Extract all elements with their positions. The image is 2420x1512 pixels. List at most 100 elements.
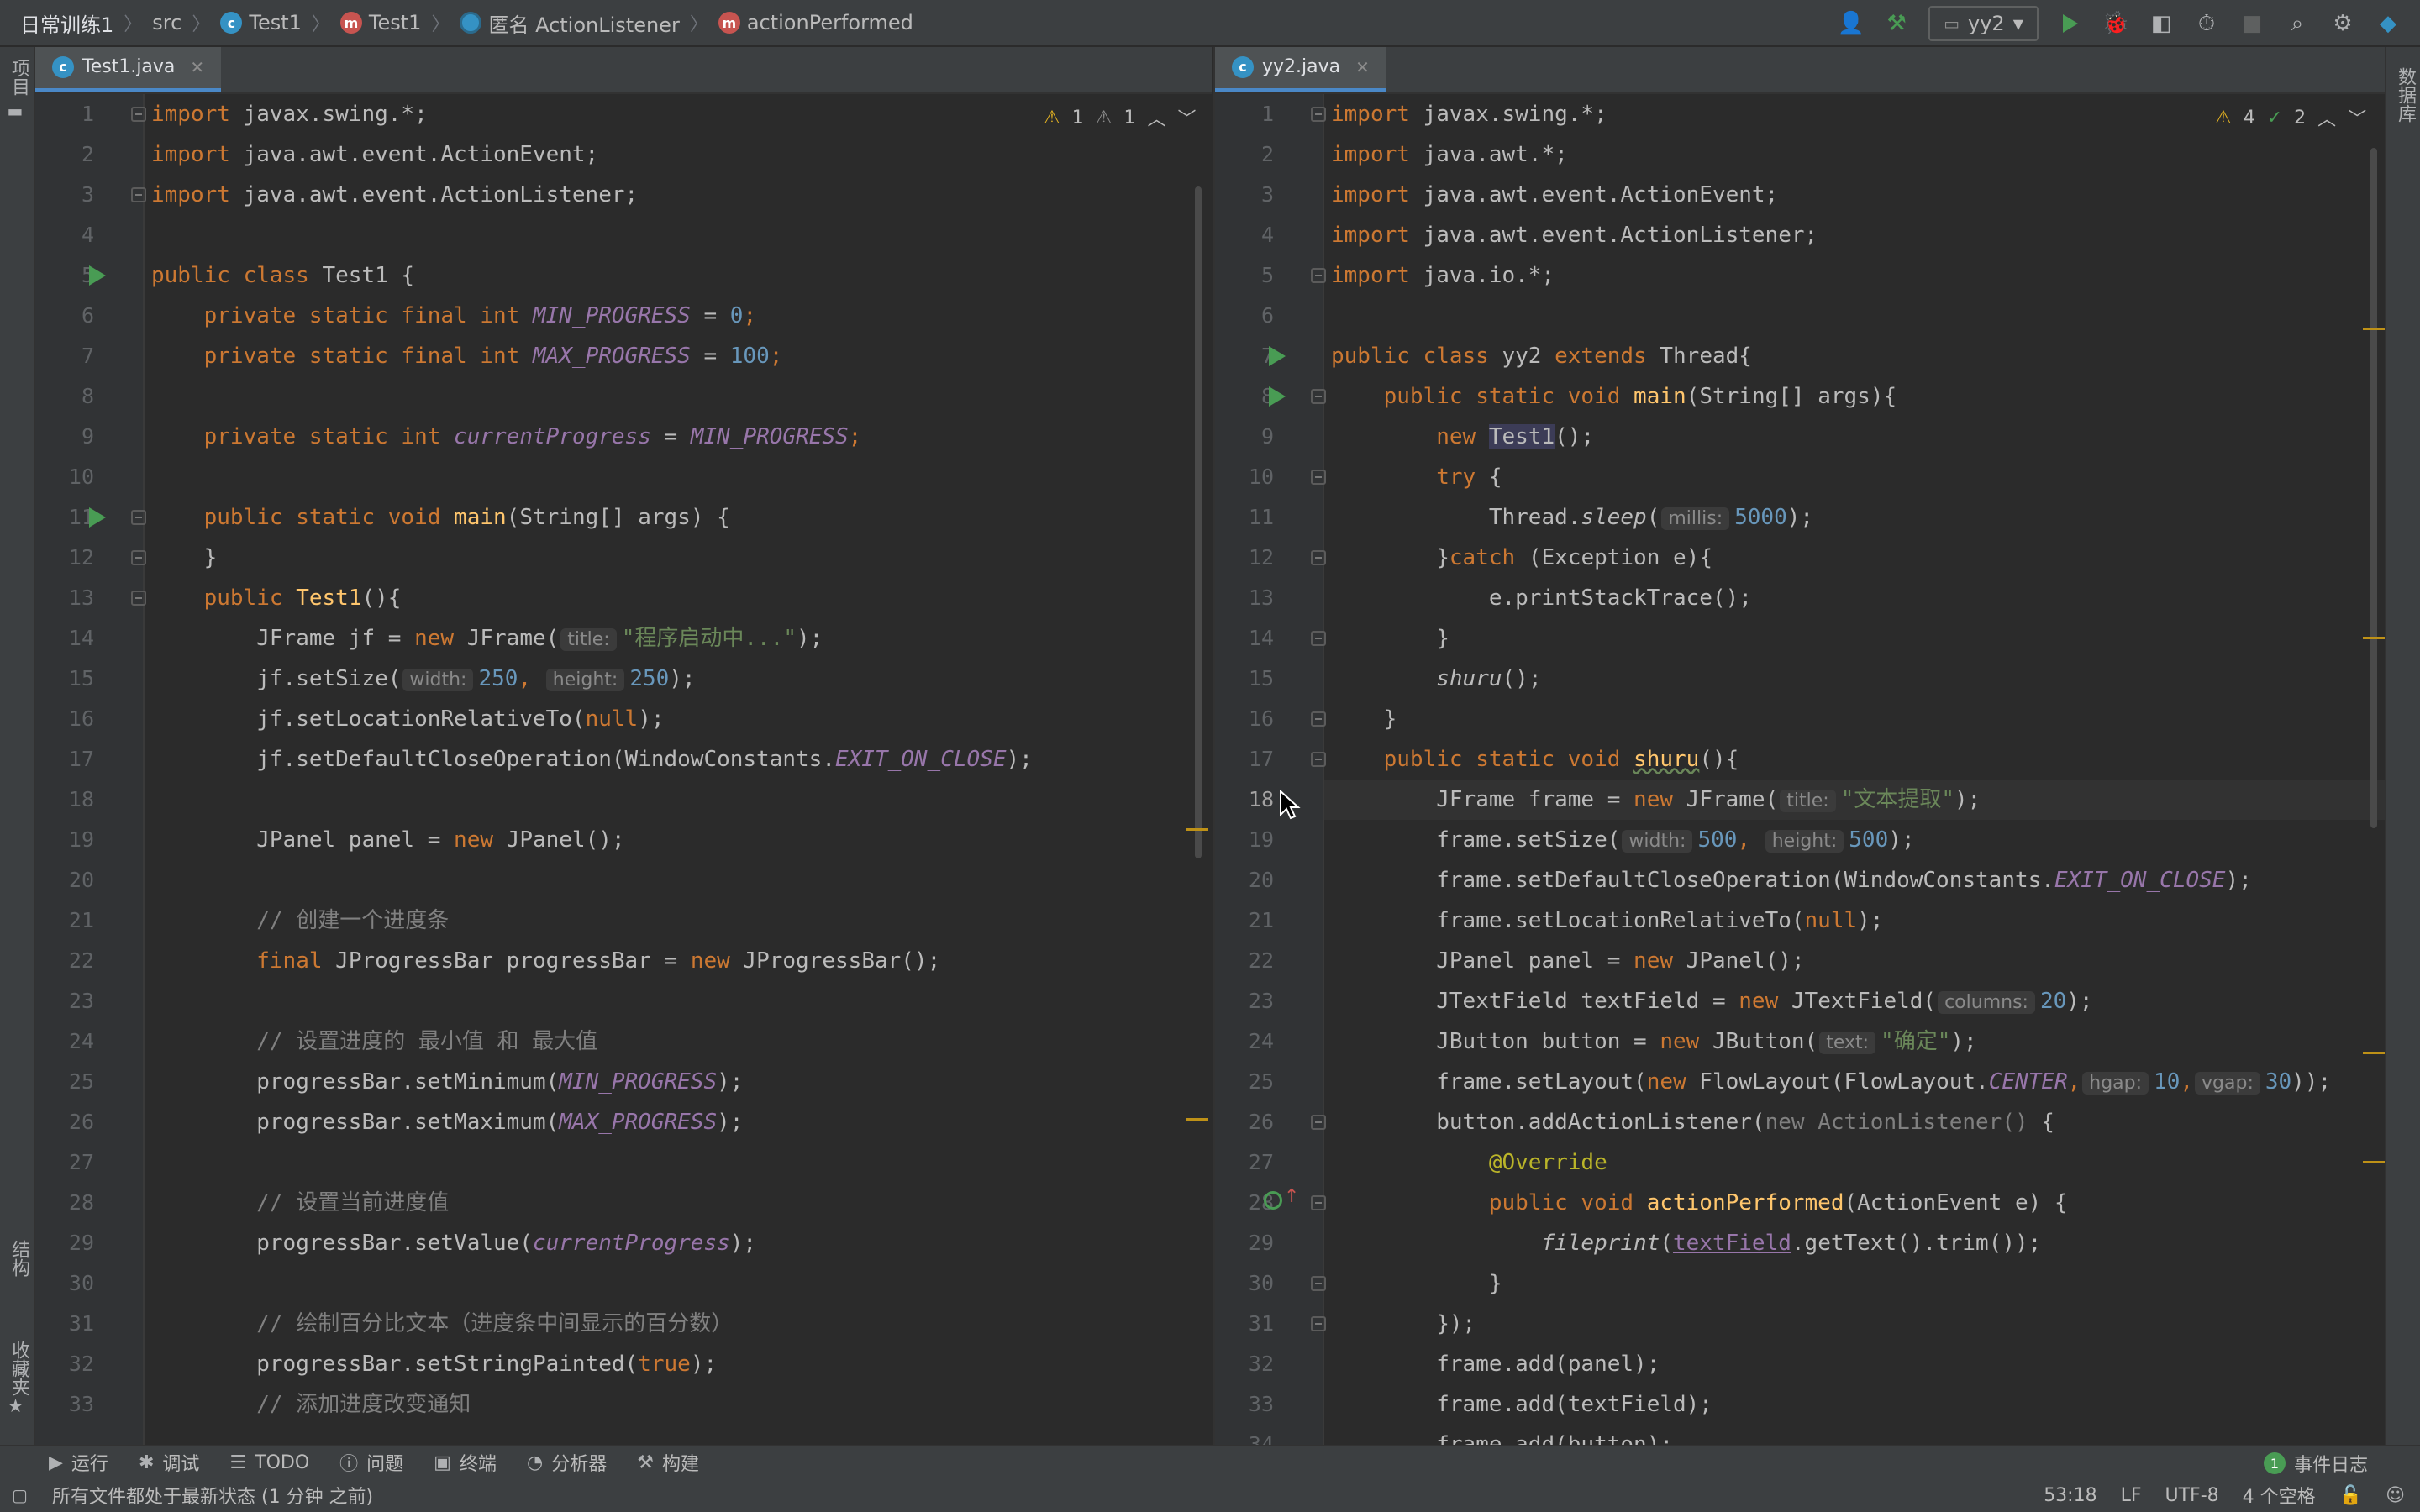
fold-icon[interactable] bbox=[1311, 631, 1326, 646]
ide-logo-icon[interactable]: ◆ bbox=[2375, 10, 2402, 37]
indent-setting[interactable]: 4 个空格 bbox=[2243, 1482, 2316, 1509]
code-token: shuru bbox=[1634, 747, 1700, 772]
code-line: }); bbox=[1331, 1304, 2368, 1344]
fold-icon[interactable] bbox=[131, 591, 146, 606]
code-token: extends bbox=[1555, 344, 1647, 369]
stop-button[interactable]: ■ bbox=[2238, 10, 2265, 37]
line-separator[interactable]: LF bbox=[2121, 1485, 2142, 1506]
breadcrumb-class-label: Test1 bbox=[249, 11, 302, 34]
code-token: JTextField( bbox=[1778, 989, 1937, 1014]
tool-window-event-log[interactable]: 1 事件日志 bbox=[2263, 1450, 2368, 1477]
close-icon[interactable]: ✕ bbox=[1355, 57, 1370, 77]
tool-window-todo[interactable]: ☰ TODO bbox=[229, 1452, 309, 1473]
tool-window-run[interactable]: ▶ 运行 bbox=[49, 1449, 108, 1476]
code-token: ); bbox=[2225, 868, 2252, 893]
tab-test1-java[interactable]: c Test1.java ✕ bbox=[35, 47, 222, 92]
code-token: , bbox=[1737, 827, 1751, 853]
gear-icon[interactable]: ⚙ bbox=[2329, 10, 2356, 37]
profile-button[interactable]: ⏱ bbox=[2193, 10, 2220, 37]
run-gutter-icon[interactable] bbox=[89, 507, 106, 528]
line-number: 33 bbox=[68, 1392, 94, 1416]
fold-icon[interactable] bbox=[131, 550, 146, 565]
fold-icon[interactable] bbox=[1311, 389, 1326, 404]
breadcrumb-anonymous[interactable]: 匿名 ActionListener bbox=[460, 8, 680, 38]
fold-icon[interactable] bbox=[1311, 268, 1326, 283]
code-token: MAX_PROGRESS bbox=[532, 344, 691, 369]
code-token: ); bbox=[717, 1110, 744, 1135]
tool-window-project[interactable]: 项目 bbox=[5, 59, 32, 96]
tool-window-profiler[interactable]: ◔ 分析器 bbox=[527, 1449, 607, 1476]
run-button[interactable] bbox=[2057, 10, 2084, 37]
code-token: private static final int bbox=[203, 303, 520, 328]
code-token: = bbox=[690, 344, 730, 369]
code-token: // 设置进度的 最小值 和 最大值 bbox=[256, 1029, 598, 1054]
event-count-badge: 1 bbox=[2263, 1452, 2286, 1474]
tool-window-debug[interactable]: ✱ 调试 bbox=[139, 1449, 199, 1476]
implements-method-icon[interactable] bbox=[1264, 1191, 1282, 1210]
vertical-scrollbar[interactable] bbox=[2370, 148, 2377, 828]
tool-window-problems[interactable]: ⓘ 问题 bbox=[339, 1449, 403, 1476]
code-line: import java.awt.*; bbox=[1331, 134, 2368, 175]
fold-icon[interactable] bbox=[131, 187, 146, 202]
build-hammer-icon[interactable]: ⚒ bbox=[1883, 10, 1910, 37]
fold-icon[interactable] bbox=[1311, 1115, 1326, 1130]
user-icon[interactable]: 👤 bbox=[1838, 10, 1865, 37]
coverage-button[interactable]: ◧ bbox=[2148, 10, 2175, 37]
code-token: "确定" bbox=[1881, 1029, 1951, 1054]
vertical-scrollbar[interactable] bbox=[1195, 186, 1202, 858]
line-number: 23 bbox=[1248, 989, 1274, 1013]
breadcrumb-method-ref[interactable]: m Test1 bbox=[339, 11, 422, 34]
caret-position[interactable]: 53:18 bbox=[2044, 1485, 2096, 1506]
line-number: 7 bbox=[1260, 344, 1274, 368]
breadcrumb-project[interactable]: 日常训练1 bbox=[20, 8, 113, 38]
lock-icon[interactable]: 🔓 bbox=[2339, 1485, 2362, 1506]
editor-pane-left: c Test1.java ✕ ⚠ 1 ⚠ 1 ︿ ﹀ 1 2 3 4 5 6 7 8… bbox=[35, 47, 1212, 1445]
tool-window-structure[interactable]: 结构 bbox=[5, 1240, 32, 1277]
fold-icon[interactable] bbox=[131, 510, 146, 525]
fold-icon[interactable] bbox=[1311, 470, 1326, 485]
code-line: import java.awt.event.ActionEvent; bbox=[151, 134, 1195, 175]
tool-window-build[interactable]: ⚒ 构建 bbox=[637, 1449, 699, 1476]
fold-icon[interactable] bbox=[1311, 711, 1326, 727]
status-message[interactable]: 所有文件都处于最新状态 (1 分钟 之前) bbox=[52, 1482, 373, 1509]
tool-window-database[interactable]: 数据库 bbox=[2391, 67, 2418, 123]
code-line: final JProgressBar progressBar = new JPr… bbox=[151, 941, 1195, 981]
code-token: @Override bbox=[1488, 1150, 1607, 1175]
event-log-label: 事件日志 bbox=[2293, 1455, 2368, 1476]
fold-icon[interactable] bbox=[1311, 1316, 1326, 1331]
debug-button[interactable]: 🐞 bbox=[2102, 10, 2129, 37]
fold-icon[interactable] bbox=[131, 107, 146, 122]
run-configuration-select[interactable]: ▭ yy2 ▼ bbox=[1928, 6, 2039, 41]
tool-window-terminal[interactable]: ▣ 终端 bbox=[434, 1449, 497, 1476]
tool-window-favorites[interactable]: 收藏夹 bbox=[5, 1341, 32, 1396]
code-editor-left[interactable]: ⚠ 1 ⚠ 1 ︿ ﹀ 1 2 3 4 5 6 7 8 9 10 11 12 13 … bbox=[35, 94, 1212, 1445]
editor-tabs-left: c Test1.java ✕ bbox=[35, 47, 1212, 94]
code-token: ; bbox=[848, 424, 862, 449]
fold-icon[interactable] bbox=[1311, 752, 1326, 767]
line-number: 22 bbox=[1248, 948, 1274, 973]
fold-icon[interactable] bbox=[1311, 1195, 1326, 1210]
run-gutter-icon[interactable] bbox=[89, 265, 106, 286]
file-encoding[interactable]: UTF-8 bbox=[2165, 1485, 2219, 1506]
breadcrumb-class[interactable]: c Test1 bbox=[220, 11, 302, 34]
code-token: // 绘制百分比文本（进度条中间显示的百分数） bbox=[256, 1311, 734, 1336]
code-token: java.awt.event.ActionEvent; bbox=[1409, 182, 1779, 207]
run-gutter-icon[interactable] bbox=[1269, 346, 1286, 366]
fold-icon[interactable] bbox=[1311, 550, 1326, 565]
close-icon[interactable]: ✕ bbox=[190, 57, 204, 77]
breadcrumb-method-ref-label: Test1 bbox=[368, 11, 422, 34]
line-number: 5 bbox=[81, 263, 94, 287]
breadcrumb-folder[interactable]: src bbox=[152, 11, 182, 34]
code-editor-right[interactable]: ⚠ 4 ✓ 2 ︿ ﹀ 1 2 3 4 5 6 7 8 9 10 11 12 13 … bbox=[1215, 94, 2385, 1445]
fold-icon[interactable] bbox=[1311, 1276, 1326, 1291]
search-icon[interactable]: ⌕ bbox=[2284, 10, 2311, 37]
notifications-icon[interactable]: ☺ bbox=[2386, 1485, 2405, 1506]
fold-icon[interactable] bbox=[1311, 107, 1326, 122]
toggle-tool-windows-icon[interactable]: ▢ bbox=[12, 1485, 28, 1505]
code-token: (ActionEvent e) { bbox=[1844, 1190, 2068, 1215]
tab-yy2-java[interactable]: c yy2.java ✕ bbox=[1215, 47, 1386, 92]
run-gutter-icon[interactable] bbox=[1269, 386, 1286, 407]
line-number: 24 bbox=[1248, 1029, 1274, 1053]
breadcrumb-method[interactable]: m actionPerformed bbox=[718, 11, 913, 34]
code-token: jf.setDefaultCloseOperation(WindowConsta… bbox=[256, 747, 835, 772]
